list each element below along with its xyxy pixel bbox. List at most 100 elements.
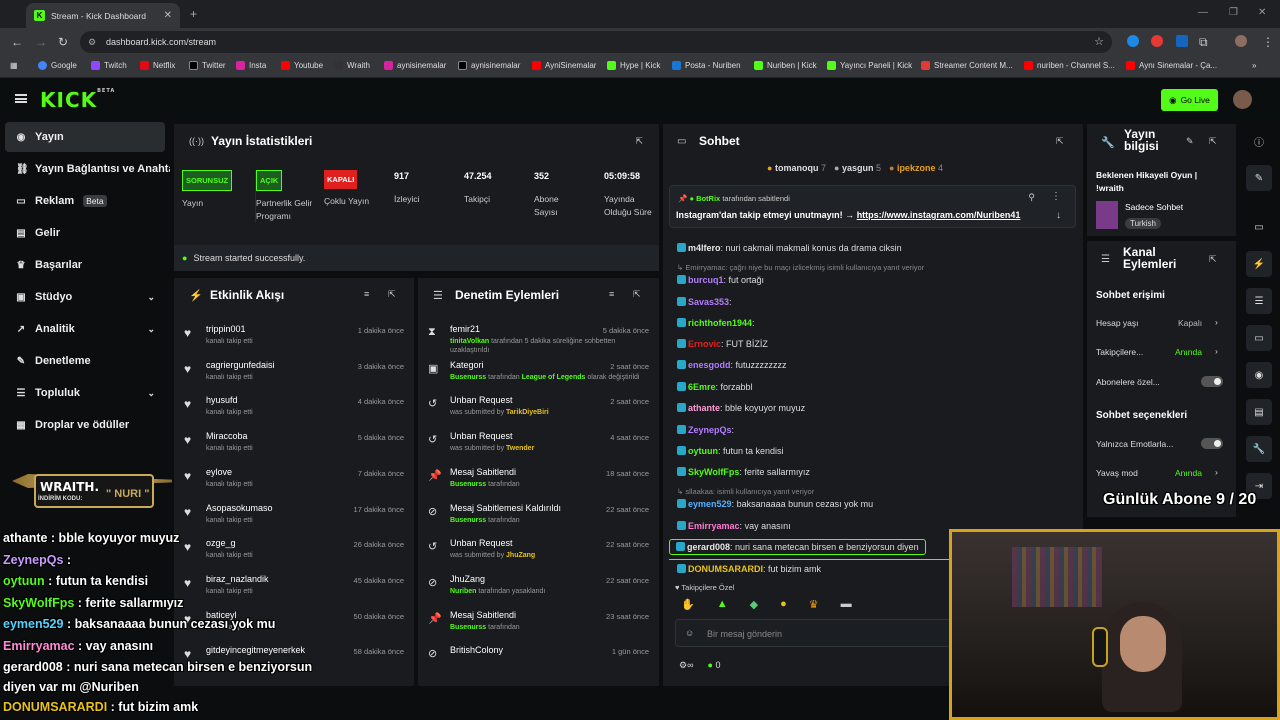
chat-icon[interactable]: ▭ xyxy=(1246,325,1272,351)
extension-icon[interactable] xyxy=(1151,35,1163,47)
sidebar-item-basarilar[interactable]: ♛ Başarılar xyxy=(5,250,165,280)
bookmark-twitter[interactable]: Twitter xyxy=(189,61,226,70)
moderation-title[interactable]: BritishColony xyxy=(450,645,503,655)
bookmark-aynisinemalar-yt[interactable]: AyniSinemalar xyxy=(532,61,596,70)
bookmark-wraith[interactable]: Wraith xyxy=(334,61,370,70)
wrench-icon[interactable]: 🔧 xyxy=(1246,436,1272,462)
chat-username[interactable]: ZeynepQs xyxy=(688,425,732,435)
subscribers-only-toggle[interactable] xyxy=(1201,376,1223,387)
chat-username[interactable]: athante xyxy=(688,403,720,413)
back-icon[interactable]: ← xyxy=(11,35,23,49)
activity-user[interactable]: ozge_g xyxy=(206,538,236,548)
chat-username[interactable]: 6Emre xyxy=(688,382,716,392)
bookmark-hype-kick[interactable]: Hype | Kick xyxy=(607,61,660,70)
close-window-icon[interactable]: ✕ xyxy=(1258,7,1266,18)
info-icon[interactable]: ⓘ xyxy=(1246,128,1272,154)
expand-icon[interactable]: ↓ xyxy=(1056,210,1061,221)
sidebar-item-analitik[interactable]: ↗ Analitik ⌄ xyxy=(5,314,165,344)
activity-user[interactable]: biraz_nazlandik xyxy=(206,574,269,584)
bookmark-aynisinemalar[interactable]: aynisinemalar xyxy=(384,61,446,70)
bookmark-posta[interactable]: Posta - Nuriben xyxy=(672,61,741,70)
chat-username[interactable]: richthofen1944 xyxy=(688,318,752,328)
sidebar-item-studyo[interactable]: ▣ Stüdyo ⌄ xyxy=(5,282,165,312)
maximize-icon[interactable]: ❐ xyxy=(1229,7,1238,18)
moderation-title[interactable]: Unban Request xyxy=(450,395,513,405)
layout-icon[interactable]: ▭ xyxy=(1246,214,1272,240)
sidebar-item-topluluk[interactable]: ☰ Topluluk ⌄ xyxy=(5,378,165,408)
apps-icon[interactable]: ▦ xyxy=(10,61,18,70)
bookmark-streamer-content[interactable]: Streamer Content M... xyxy=(921,61,1013,70)
reload-icon[interactable]: ↻ xyxy=(58,35,68,49)
bookmark-aynisinemalar-x[interactable]: aynisinemalar xyxy=(458,61,520,70)
chat-username[interactable]: DONUMSARARDI xyxy=(688,564,763,574)
chat-username[interactable]: SkyWolfFps xyxy=(688,467,739,477)
bookmark-netflix[interactable]: Netflix xyxy=(140,61,175,70)
extension-icon[interactable] xyxy=(1176,35,1188,47)
chat-username[interactable]: oytuun xyxy=(688,446,718,456)
list-icon[interactable]: ☰ xyxy=(1246,288,1272,314)
bookmark-insta[interactable]: Insta xyxy=(236,61,266,70)
chevron-right-icon[interactable]: › xyxy=(1215,317,1218,327)
chat-username[interactable]: m4lfero xyxy=(688,243,721,253)
popout-icon[interactable]: ⇱ xyxy=(1056,136,1064,147)
chat-username[interactable]: burcuq1 xyxy=(688,275,724,285)
emoji-icon[interactable]: ☺ xyxy=(685,628,694,638)
moderation-title[interactable]: JhuZang xyxy=(450,574,485,584)
browser-tab[interactable]: K Stream - Kick Dashboard ✕ xyxy=(26,3,180,28)
chat-username[interactable]: Savas353 xyxy=(688,297,729,307)
activity-user[interactable]: gitdeyincegitmeyenerkek xyxy=(206,645,305,655)
sidebar-item-stream-key[interactable]: ⛓ Yayın Bağlantısı ve Anahtarı xyxy=(5,154,173,184)
profile-icon[interactable] xyxy=(1235,35,1247,47)
bookmark-nuriben-kick[interactable]: Nuriben | Kick xyxy=(754,61,817,70)
bookmark-twitch[interactable]: Twitch xyxy=(91,61,127,70)
lightning-icon[interactable]: ⚡ xyxy=(1246,251,1272,277)
avatar[interactable] xyxy=(1233,90,1252,109)
chat-username[interactable]: enesgodd xyxy=(688,360,731,370)
go-live-button[interactable]: ◉ Go Live xyxy=(1161,89,1218,111)
settings-icon[interactable]: ⚙∞ xyxy=(679,660,693,671)
row-hesap-yasi[interactable]: Hesap yaşı xyxy=(1096,318,1139,328)
site-info-icon[interactable]: ⚙ xyxy=(88,31,96,53)
more-options-icon[interactable]: ⋮ xyxy=(1051,191,1061,202)
filter-icon[interactable]: ≡ xyxy=(364,289,369,299)
row-takipcilere[interactable]: Takipçilere... xyxy=(1096,347,1143,357)
layers-icon[interactable]: ▤ xyxy=(1246,399,1272,425)
moderation-title[interactable]: femir21 xyxy=(450,324,480,334)
more-bookmarks-icon[interactable]: » xyxy=(1252,61,1256,70)
extension-icon[interactable] xyxy=(1127,35,1139,47)
menu-icon[interactable]: ⋮ xyxy=(1262,35,1274,49)
sidebar-item-yayin[interactable]: ◉ Yayın xyxy=(5,122,165,152)
activity-user[interactable]: trippin001 xyxy=(206,324,246,334)
popout-icon[interactable]: ⇱ xyxy=(1209,136,1217,147)
extensions-puzzle-icon[interactable]: ⧉ xyxy=(1199,35,1208,50)
bookmark-yayinci-paneli[interactable]: Yayıncı Paneli | Kick xyxy=(827,61,912,70)
emotes-only-toggle[interactable] xyxy=(1201,438,1223,449)
kick-logo[interactable]: KICKBETA xyxy=(40,88,115,112)
moderation-title[interactable]: Kategori xyxy=(450,360,484,370)
chat-username[interactable]: Ernovic xyxy=(688,339,721,349)
chevron-right-icon[interactable]: › xyxy=(1215,346,1218,356)
moderation-title[interactable]: Mesaj Sabitlemesi Kaldırıldı xyxy=(450,503,561,513)
close-tab-icon[interactable]: ✕ xyxy=(164,10,172,21)
activity-user[interactable]: Miraccoba xyxy=(206,431,248,441)
chevron-right-icon[interactable]: › xyxy=(1215,467,1218,477)
sidebar-item-droplar[interactable]: ▦ Droplar ve ödüller xyxy=(5,410,165,440)
moderation-title[interactable]: Unban Request xyxy=(450,538,513,548)
filter-icon[interactable]: ≡ xyxy=(609,289,614,299)
bookmark-nuriben-channel[interactable]: nuriben - Channel S... xyxy=(1024,61,1115,70)
activity-user[interactable]: eylove xyxy=(206,467,232,477)
minimize-icon[interactable]: — xyxy=(1198,7,1208,18)
moderation-title[interactable]: Unban Request xyxy=(450,431,513,441)
popout-icon[interactable]: ⇱ xyxy=(1209,254,1217,265)
row-slow-mode[interactable]: Yavaş mod xyxy=(1096,468,1138,478)
bookmark-google[interactable]: Google xyxy=(38,61,77,70)
sidebar-item-reklam[interactable]: ▭ Reklam Beta xyxy=(5,186,165,216)
bookmark-ayni-sinemalar[interactable]: Aynı Sinemalar - Ça... xyxy=(1126,61,1217,70)
sidebar-item-gelir[interactable]: ▤ Gelir xyxy=(5,218,165,248)
edit-icon[interactable]: ✎ xyxy=(1246,165,1272,191)
chat-username[interactable]: Emirryamac xyxy=(688,521,740,531)
activity-user[interactable]: hyusufd xyxy=(206,395,238,405)
sidebar-item-denetleme[interactable]: ✎ Denetleme xyxy=(5,346,165,376)
forward-icon[interactable]: → xyxy=(35,35,47,49)
pinned-link[interactable]: https://www.instagram.com/Nuriben41 xyxy=(857,210,1021,220)
